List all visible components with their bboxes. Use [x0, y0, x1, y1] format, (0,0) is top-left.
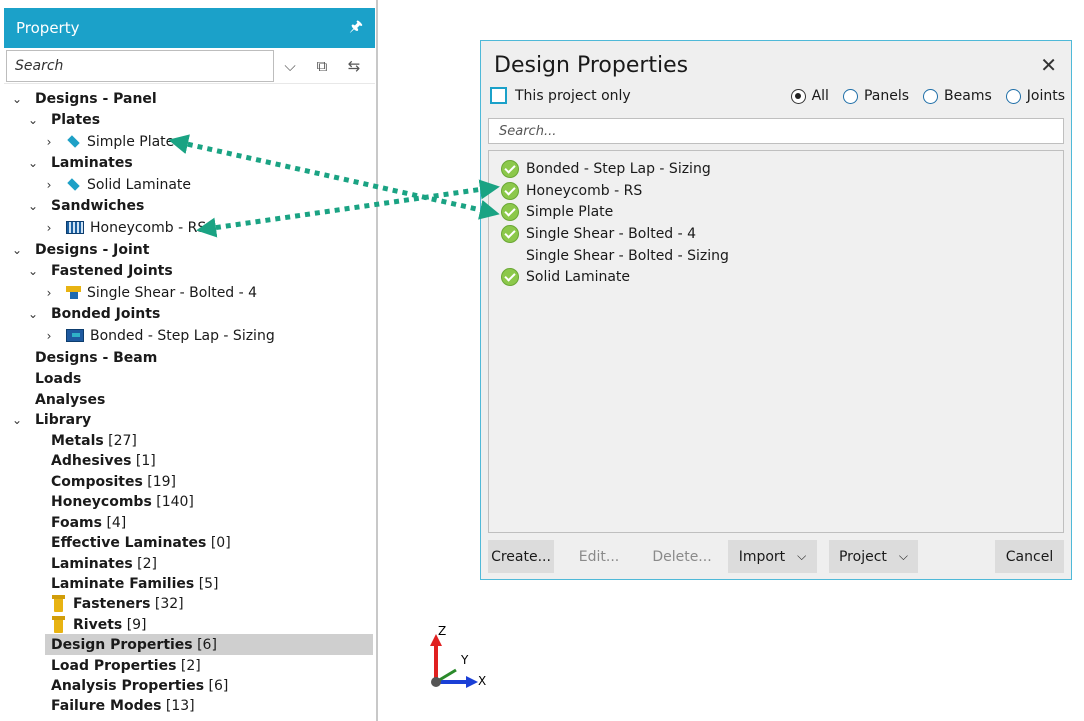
annotation-arrows — [168, 134, 500, 238]
origin-icon — [431, 677, 441, 687]
arrow-honeycomb — [196, 179, 500, 238]
z-label: Z — [438, 624, 446, 638]
axes-triad: Z Y X — [430, 624, 486, 688]
x-label: X — [478, 674, 486, 688]
arrow-simple-plate — [168, 134, 500, 220]
app-window: Property 🖈 ⌵ ⧉ ⇆ ⌄ Designs - Panel ⌄ Pla… — [0, 0, 1084, 721]
y-label: Y — [460, 653, 469, 667]
x-arrow-icon — [466, 676, 478, 688]
